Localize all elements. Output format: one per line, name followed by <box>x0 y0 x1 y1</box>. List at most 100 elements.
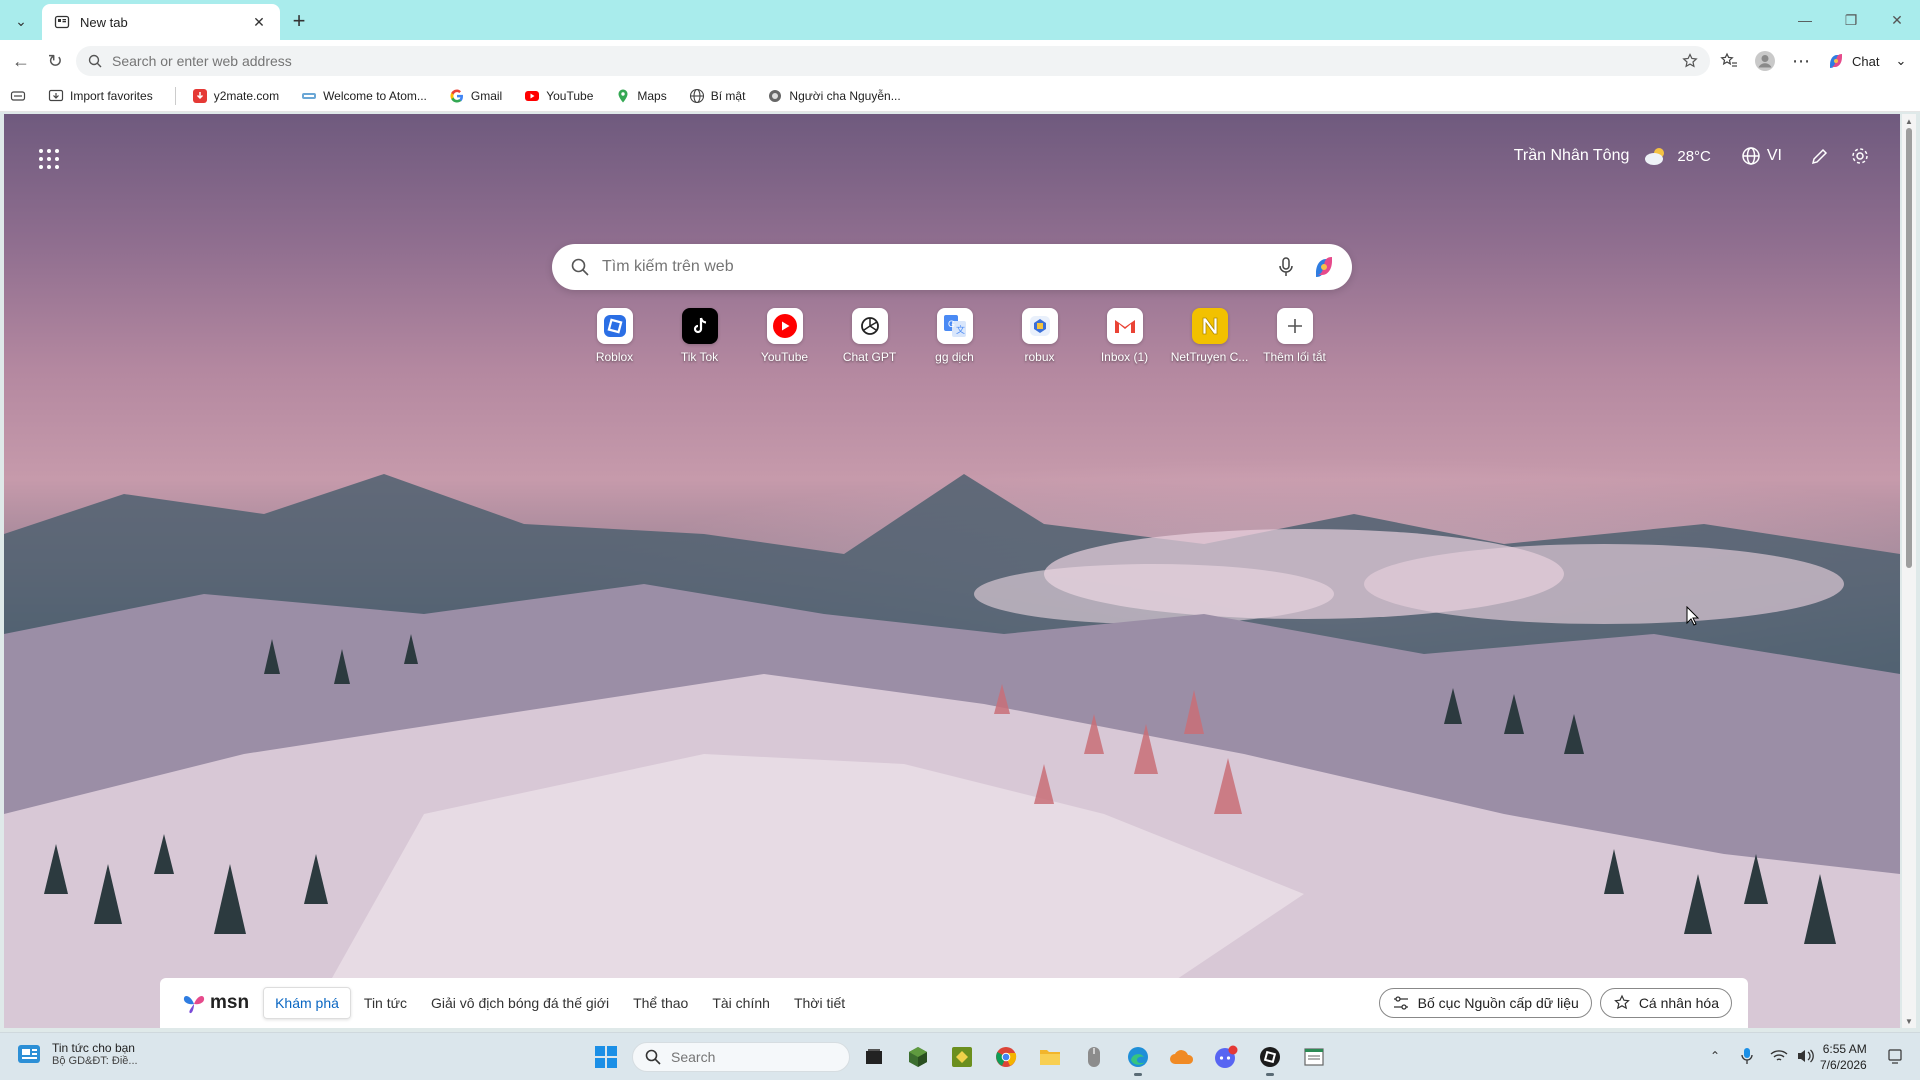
taskbar-app-roblox-studio[interactable] <box>1256 1043 1284 1076</box>
web-search-box[interactable] <box>552 244 1352 290</box>
close-tab-icon[interactable]: ✕ <box>250 13 268 31</box>
edge-icon <box>1128 1047 1148 1067</box>
copilot-chat-button[interactable]: Chat ⌄ <box>1826 48 1906 74</box>
quick-link-label: Tik Tok <box>680 350 719 364</box>
favorite-import[interactable]: Import favorites <box>48 88 153 104</box>
new-tab-page: Trần Nhân Tông 28°C VI Tìm kiếm trên web… <box>4 114 1900 1028</box>
taskbar-app-minecraft[interactable] <box>904 1043 932 1071</box>
scroll-up-arrow-icon[interactable]: ▲ <box>1904 116 1914 126</box>
plus-icon <box>1287 319 1302 333</box>
atom-icon <box>302 92 317 99</box>
favorite-nguoi-cha[interactable]: Người cha Nguyễn... <box>767 88 901 104</box>
favorite-atom[interactable]: Welcome to Atom... <box>301 88 427 104</box>
wifi-icon[interactable] <box>1768 1045 1790 1067</box>
msn-tab-tai-chinh[interactable]: Tài chính <box>701 988 781 1018</box>
profile-button[interactable] <box>1752 48 1778 74</box>
taskbar-search-input[interactable] <box>671 1049 821 1065</box>
address-input[interactable] <box>112 53 1682 69</box>
feed-layout-label: Bố cục Nguồn cấp dữ liệu <box>1417 995 1579 1011</box>
volume-icon[interactable] <box>1794 1045 1816 1067</box>
new-tab-button[interactable]: + <box>286 8 312 34</box>
minimize-button[interactable]: — <box>1790 8 1820 32</box>
feed-layout-button[interactable]: Bố cục Nguồn cấp dữ liệu <box>1378 988 1592 1018</box>
back-button[interactable]: ← <box>8 48 34 74</box>
taskbar-app-notepad[interactable] <box>1300 1043 1328 1071</box>
scroll-down-arrow-icon[interactable]: ▼ <box>1904 1016 1914 1026</box>
quick-link-label: NetTruyen C... <box>1170 350 1249 364</box>
msn-tab-the-thao[interactable]: Thể thao <box>622 988 699 1018</box>
star-icon[interactable] <box>1682 53 1698 69</box>
weather-location[interactable]: Trần Nhân Tông <box>1514 147 1630 165</box>
personalize-button[interactable]: Cá nhân hóa <box>1599 988 1732 1018</box>
favorites-divider <box>174 86 176 105</box>
page-scrollbar[interactable]: ▲ ▼ <box>1902 114 1916 1028</box>
favorite-maps[interactable]: Maps <box>615 88 667 104</box>
taskbar-app-discord[interactable] <box>1212 1043 1240 1071</box>
taskbar-app-cloud[interactable] <box>1168 1043 1196 1071</box>
gear-icon[interactable] <box>1850 146 1870 166</box>
chevron-down-icon: ⌄ <box>15 12 27 29</box>
taskbar-app-mouse[interactable] <box>1080 1043 1108 1071</box>
chatgpt-icon <box>860 317 879 335</box>
msn-tab-kham-pha[interactable]: Khám phá <box>263 987 351 1019</box>
quick-link-youtube[interactable]: YouTube <box>742 308 827 364</box>
apps-launcher-button[interactable] <box>34 144 64 174</box>
web-search-input[interactable] <box>602 258 1276 276</box>
favorite-gmail[interactable]: Gmail <box>449 88 502 104</box>
chevron-up-icon: ⌃ <box>1709 1049 1721 1063</box>
task-view-button[interactable] <box>860 1043 888 1071</box>
partly-cloudy-icon[interactable] <box>1643 146 1669 166</box>
quick-link-roblox[interactable]: Roblox <box>572 308 657 364</box>
msn-tab-world-cup[interactable]: Giải vô địch bóng đá thế giới <box>420 988 620 1018</box>
windows-taskbar: Tin tức cho bạn Bộ GD&ĐT: Điề... Search … <box>0 1032 1920 1080</box>
edit-pencil-icon[interactable] <box>1810 146 1830 166</box>
close-window-button[interactable]: ✕ <box>1882 8 1912 32</box>
tab-list-button[interactable]: ⌄ <box>8 8 34 34</box>
quick-link-chatgpt[interactable]: Chat GPT <box>827 308 912 364</box>
favorites-button[interactable] <box>1716 48 1742 74</box>
search-icon <box>571 258 589 276</box>
quick-link-add-shortcut[interactable]: Thêm lối tắt <box>1252 308 1337 364</box>
show-hidden-icons-button[interactable]: ⌃ <box>1704 1045 1726 1067</box>
msn-tab-tin-tuc[interactable]: Tin tức <box>353 988 418 1018</box>
notifications-button[interactable] <box>1884 1045 1906 1067</box>
quick-link-nettruyen[interactable]: NetTruyen C... <box>1167 308 1252 364</box>
news-widget-subtitle: Bộ GD&ĐT: Điề... <box>52 1055 138 1067</box>
quick-link-inbox[interactable]: Inbox (1) <box>1082 308 1167 364</box>
favorite-youtube[interactable]: YouTube <box>524 88 593 104</box>
language-selector[interactable]: VI <box>1741 146 1782 166</box>
taskbar-app-bedrock[interactable] <box>948 1043 976 1071</box>
favorite-y2mate[interactable]: y2mate.com <box>192 88 279 104</box>
settings-and-more-button[interactable]: ⋯ <box>1788 48 1814 74</box>
windows-start-icon[interactable] <box>594 1045 618 1069</box>
favorite-label: Gmail <box>470 88 503 103</box>
address-bar[interactable] <box>76 46 1710 76</box>
quick-link-tiktok[interactable]: Tik Tok <box>657 308 742 364</box>
favorite-label: Người cha Nguyễn... <box>789 88 901 103</box>
clock-date: 7/6/2026 <box>1820 1058 1867 1072</box>
quick-link-gg-dich[interactable]: G文 gg dịch <box>912 308 997 364</box>
weather-temperature[interactable]: 28°C <box>1677 148 1711 165</box>
refresh-button[interactable]: ↻ <box>42 48 68 74</box>
favorite-bi-mat[interactable]: Bí mật <box>689 88 746 104</box>
taskbar-search-box[interactable] <box>632 1042 850 1072</box>
restore-button[interactable]: ❐ <box>1836 8 1866 32</box>
news-widget[interactable]: Tin tức cho bạn Bộ GD&ĐT: Điề... <box>16 1041 138 1067</box>
favorite-label: Bí mật <box>710 88 746 103</box>
copilot-icon[interactable] <box>1310 253 1338 281</box>
scrollbar-thumb[interactable] <box>1906 128 1912 568</box>
taskbar-app-edge[interactable] <box>1124 1043 1152 1076</box>
collections-icon[interactable] <box>10 88 26 104</box>
task-view-icon <box>866 1049 882 1064</box>
svg-text:文: 文 <box>956 324 965 335</box>
msn-logo[interactable]: msn <box>182 992 249 1014</box>
taskbar-clock[interactable]: 6:55 AM 7/6/2026 <box>1820 1041 1867 1073</box>
taskbar-app-file-explorer[interactable] <box>1036 1043 1064 1071</box>
microphone-icon[interactable] <box>1276 256 1296 278</box>
news-icon <box>18 1045 40 1063</box>
taskbar-app-chrome[interactable] <box>992 1043 1020 1071</box>
microphone-tray-icon[interactable] <box>1736 1045 1758 1067</box>
quick-link-robux[interactable]: robux <box>997 308 1082 364</box>
msn-tab-thoi-tiet[interactable]: Thời tiết <box>783 988 856 1018</box>
active-tab[interactable]: New tab ✕ <box>42 4 280 40</box>
